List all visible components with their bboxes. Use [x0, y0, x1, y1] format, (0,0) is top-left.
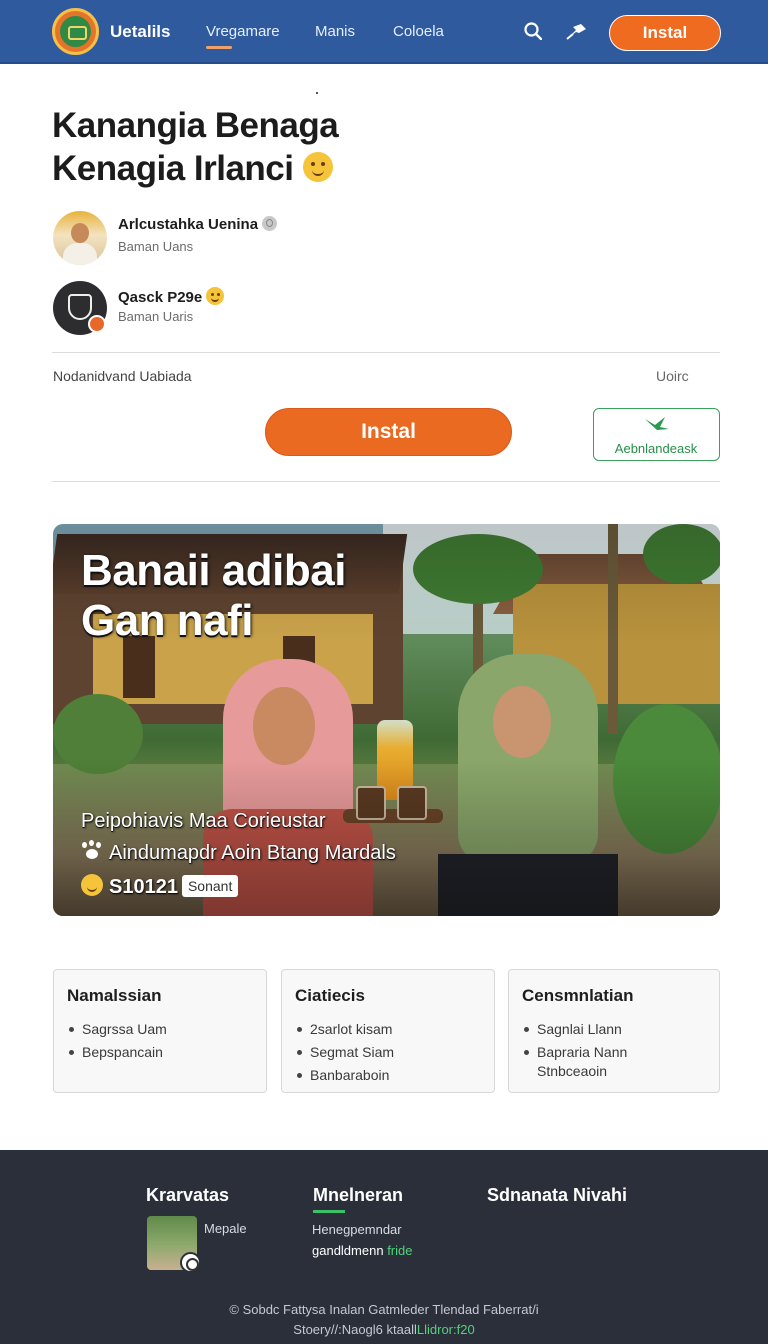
footer-link[interactable]: gandldmenn fride — [312, 1243, 412, 1258]
author-avatar-1[interactable] — [53, 211, 107, 265]
hero-image[interactable]: Banaii adibai Gan nafi Peipohiavis Maa C… — [53, 524, 720, 916]
title-line-2-text: Kenagia Irlanci — [52, 149, 294, 188]
card-list-item: Bapraria Nann — [522, 1041, 627, 1064]
header-install-button[interactable]: Instal — [609, 15, 721, 51]
copyright-line-2-b[interactable]: Llidror:f20 — [417, 1322, 475, 1337]
footer-thumbnail-badge-icon — [180, 1252, 201, 1273]
hero-location-text: Aindumapdr Aoin Btang Mardals — [109, 842, 396, 864]
secondary-app-label: Aebnlandeask — [614, 441, 698, 456]
avatar-badge-icon — [88, 315, 106, 333]
card-list-item: Segmat Siam — [295, 1041, 394, 1064]
info-card-2[interactable]: Ciatiecis 2sarlot kisam Segmat Siam Banb… — [281, 969, 495, 1093]
card-title: Censmnlatian — [522, 986, 634, 1005]
hero-title: Banaii adibai Gan nafi — [81, 546, 346, 646]
meta-info: Nodanidvand Uabiada — [53, 368, 192, 384]
card-list: Sagnlai Llann Bapraria Nann — [522, 1018, 627, 1064]
copyright-line-2-a: Stoery//:Naogl6 ktaall — [293, 1322, 417, 1337]
verified-icon — [262, 216, 278, 231]
card-list-item: Banbaraboin — [295, 1064, 394, 1087]
brand-name[interactable]: Uetalils — [110, 22, 170, 42]
author-name-2[interactable]: Qasck P29e — [118, 287, 225, 306]
nav-active-indicator — [206, 46, 232, 49]
logo-emblem — [60, 16, 91, 47]
search-icon[interactable] — [524, 22, 542, 40]
hero-title-line-1: Banaii adibai — [81, 546, 346, 595]
footer-text-2[interactable]: Henegpemndar — [312, 1222, 402, 1237]
hero-price: S10121 — [109, 876, 178, 898]
title-line-2: Kenagia Irlanci — [52, 147, 372, 190]
title-line-1: Kanangia Benaga — [52, 106, 339, 145]
nav-item-1[interactable]: Vregamare — [206, 23, 280, 40]
card-list-item-continued: Stnbceaoin — [537, 1063, 608, 1079]
nav-item-2[interactable]: Manis — [315, 23, 355, 40]
smile-emoji-icon — [302, 152, 333, 182]
footer-link-a: gandldmenn — [312, 1243, 384, 1258]
divider — [52, 481, 720, 482]
copyright-line-2: Stoery//:Naogl6 ktaallLlidror:f20 — [0, 1322, 768, 1337]
footer-heading-3: Sdnanata Nivahi — [487, 1185, 628, 1205]
article-title: Kanangia Benaga Kenagia Irlanci — [52, 104, 372, 190]
card-list-item: Sagnlai Llann — [522, 1018, 627, 1041]
info-card-1[interactable]: Namalssian Sagrssa Uam Bepspancain — [53, 969, 267, 1093]
copyright-line-1: © Sobdc Fattysa Inalan Gatmleder Tlendad… — [229, 1302, 539, 1317]
meta-link[interactable]: Uoirc — [656, 368, 689, 384]
smile-emoji-icon — [206, 287, 225, 305]
card-list: 2sarlot kisam Segmat Siam Banbaraboin — [295, 1018, 394, 1087]
card-title: Namalssian — [67, 986, 162, 1005]
author-name-1-text: Arlcustahka Uenina — [118, 216, 259, 233]
author-name-2-text: Qasck P29e — [118, 289, 203, 306]
bird-logo-icon — [645, 417, 669, 430]
footer-heading-underline — [313, 1210, 345, 1213]
smile-emoji-icon — [81, 874, 103, 896]
hero-title-line-2: Gan nafi — [81, 596, 254, 645]
decorative-dot — [316, 92, 318, 94]
card-list: Sagrssa Uam Bepspancain — [67, 1018, 167, 1064]
hero-subtitle: Peipohiavis Maa Corieustar — [81, 810, 326, 832]
author-sub-1: Baman Uans — [118, 239, 194, 254]
author-sub-2: Baman Uaris — [118, 309, 194, 324]
nav-item-3[interactable]: Coloela — [393, 23, 444, 40]
top-nav-bar: Uetalils Vregamare Manis Coloela Instal — [0, 0, 768, 64]
card-title: Ciatiecis — [295, 986, 365, 1005]
hero-location: Aindumapdr Aoin Btang Mardals — [81, 842, 396, 865]
paw-icon — [81, 842, 103, 860]
footer-link-b: fride — [387, 1243, 413, 1258]
footer-text-1[interactable]: Mepale — [204, 1221, 247, 1236]
footer-heading-1: Krarvatas — [146, 1185, 230, 1205]
footer-heading-2: Mnelneran — [313, 1185, 404, 1205]
info-card-3[interactable]: Censmnlatian Sagnlai Llann Bapraria Nann… — [508, 969, 720, 1093]
divider — [52, 352, 720, 353]
hero-tag[interactable]: Sonant — [181, 875, 239, 897]
author-name-1[interactable]: Arlcustahka Uenina — [118, 216, 278, 233]
mask-icon — [68, 294, 92, 320]
brand-logo[interactable] — [52, 8, 99, 55]
card-list-item: Bepspancain — [67, 1041, 167, 1064]
card-list-item: 2sarlot kisam — [295, 1018, 394, 1041]
card-list-item: Sagrssa Uam — [67, 1018, 167, 1041]
pin-icon[interactable] — [564, 22, 588, 42]
hero-price-row: S10121 Sonant — [81, 874, 239, 899]
install-button[interactable]: Instal — [265, 408, 512, 456]
secondary-app-button[interactable]: Aebnlandeask — [593, 408, 720, 461]
page-footer: Krarvatas Mepale Mnelneran Henegpemndar … — [0, 1150, 768, 1344]
